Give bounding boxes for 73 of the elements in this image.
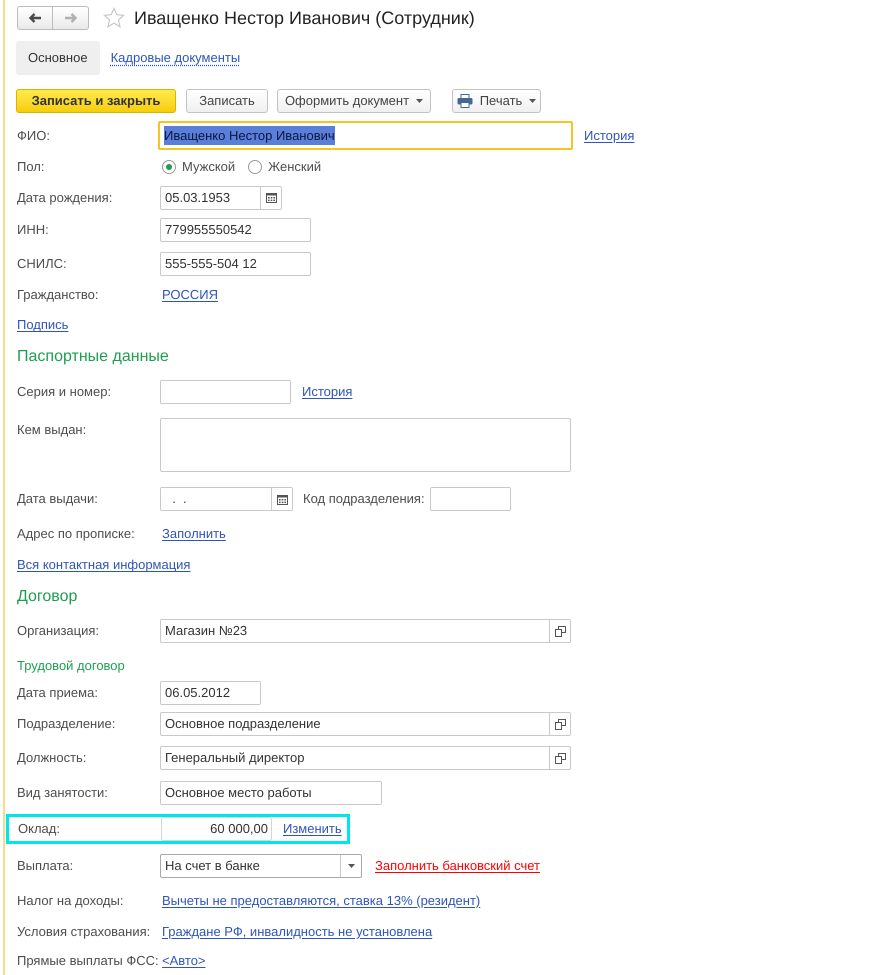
tab[interactable]: Кадровые документы [100,41,252,75]
field-label: Вид занятости: [16,784,109,802]
field-label: Дата выдачи: [16,490,99,508]
section-heading: Договор [16,587,78,607]
caret-icon [529,99,536,103]
side-link[interactable]: История [584,126,634,146]
radio-option[interactable]: Женский [248,157,322,177]
tab[interactable]: Основное [16,41,100,75]
field-label: Дата рождения: [16,188,114,207]
field-label: Дата приема: [16,684,99,702]
field-label: Организация: [16,622,100,640]
subsection-heading: Трудовой договор [16,656,125,675]
field-label: Подразделение: [16,715,116,734]
side-link[interactable]: История [302,382,352,402]
calendar-icon [266,192,276,203]
field-label: СНИЛС: [16,254,68,273]
field-label: Код подразделения: [303,490,425,508]
value-link[interactable]: Граждане РФ, инвалидность не установлена [162,922,432,942]
field-label: Прямые выплаты ФСС: [16,952,160,970]
field-label: Оклад: [17,820,61,838]
back-button[interactable] [17,6,53,30]
window-title: Иващенко Нестор Иванович (Сотрудник) [134,9,475,27]
radio-option[interactable]: Мужской [162,157,236,177]
value-link[interactable]: <Авто> [162,950,206,970]
caret-icon [416,99,424,103]
text-field[interactable] [430,487,511,511]
field-label: Гражданство: [16,286,100,304]
reference-field[interactable]: Генеральный директор [160,746,571,770]
overlapping-squares-icon [554,718,566,730]
section-link[interactable]: Подпись [17,315,68,335]
value-link[interactable]: Вычеты не предоставляются, ставка 13% (резидент) [162,890,480,910]
reference-field[interactable]: Магазин №23 [160,619,571,643]
field-label: Налог на доходы: [16,892,124,910]
primary-button[interactable]: Записать и закрыть [16,89,176,113]
toolbar-button[interactable]: Записать [186,89,268,113]
text-selection: Иващенко Нестор Иванович [164,126,335,146]
overlapping-squares-icon [554,752,566,764]
field-label: Серия и номер: [16,383,112,402]
field-label: Пол: [16,158,46,176]
field-label: Выплата: [16,856,74,875]
section-heading: Паспортные данные [16,347,169,367]
field-label: Адрес по прописке: [16,525,136,544]
date-field[interactable]: . . [160,487,293,511]
right-arrow-icon [64,13,78,23]
left-arrow-icon [28,13,42,23]
field-label: Условия страхования: [16,922,152,941]
menu-button[interactable]: Оформить документ [277,89,431,113]
reference-field[interactable]: Основное подразделение [160,712,571,736]
overlapping-squares-icon [554,626,566,636]
textarea-field[interactable] [160,418,571,472]
field-label: Кем выдан: [16,421,88,439]
calendar-icon [276,494,288,504]
value-link[interactable]: Заполнить [162,524,226,544]
number-field[interactable]: 60 000,00 [161,816,272,840]
printer-icon [456,94,473,108]
field-label: ИНН: [16,221,50,240]
field-label: ФИО: [16,126,51,145]
text-field[interactable]: 779955550542 [160,218,311,242]
section-link[interactable]: Вся контактная информация [17,555,190,575]
text-field[interactable]: 555-555-504 12 [160,252,311,276]
star-icon[interactable] [103,7,125,29]
value-link[interactable]: РОССИЯ [162,285,218,305]
text-field[interactable]: 06.05.2012 [160,680,261,704]
field-label: Должность: [16,749,88,768]
text-field[interactable]: Основное место работы [160,780,382,804]
side-link[interactable]: Изменить [283,818,342,838]
caret-icon [348,864,354,868]
text-field[interactable] [160,380,291,404]
text-field[interactable]: Иващенко Нестор Иванович [158,121,573,150]
date-field[interactable]: 05.03.1953 [160,186,282,210]
print-button[interactable]: Печать [452,89,541,113]
dropdown-field[interactable]: На счет в банке [160,854,362,878]
warning-link[interactable]: Заполнить банковский счет [375,856,540,876]
